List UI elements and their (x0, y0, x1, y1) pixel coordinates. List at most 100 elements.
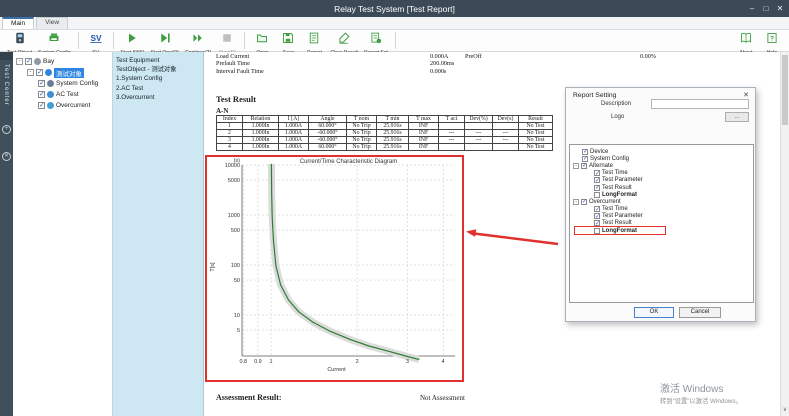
characteristic-chart: 1000050001000500100501050.80.91234Curren… (207, 157, 462, 380)
report-section-item-device[interactable]: Device (570, 148, 753, 155)
clear-result-icon (338, 31, 350, 49)
checkbox[interactable] (594, 228, 600, 234)
remove-icon[interactable]: ✕ (2, 152, 11, 161)
table-cell: 60.000° (309, 123, 347, 130)
window-controls: – □ ✕ (745, 0, 787, 17)
svg-text:Current/Time Characteristic Di: Current/Time Characteristic Diagram (300, 159, 397, 165)
table-cell: 25.916s (377, 144, 409, 151)
minimize-icon[interactable]: – (745, 4, 759, 13)
toolbar-group: SVSV (83, 30, 109, 51)
about-icon (740, 31, 752, 49)
continue-icon (192, 31, 204, 49)
checkbox[interactable] (38, 102, 45, 109)
checkbox[interactable] (582, 149, 588, 155)
report-section-item-longformat[interactable]: LongFormat (570, 227, 753, 234)
report-section-item-test-result[interactable]: Test Result (570, 184, 753, 191)
report-section-item-test-time[interactable]: Test Time (570, 170, 753, 177)
checkbox[interactable] (594, 206, 600, 212)
checkbox[interactable] (594, 170, 600, 176)
report-sections-tree: DeviceSystem Config-AlternateTest TimeTe… (569, 144, 754, 303)
svg-text:1000: 1000 (228, 213, 240, 219)
checkbox[interactable] (38, 91, 45, 98)
svg-text:500: 500 (231, 228, 240, 234)
watermark-line1: 激活 Windows (660, 380, 742, 395)
table-cell: No Test (519, 130, 553, 137)
table-cell (493, 123, 519, 130)
description-input[interactable] (651, 99, 749, 109)
table-row: 31.000In1.000A-60.000°No Trip25.916sINF-… (217, 137, 553, 144)
cancel-button[interactable]: Cancel (679, 307, 721, 318)
checkbox[interactable] (581, 163, 587, 169)
checkbox[interactable] (594, 220, 600, 226)
report-section-item-alternate[interactable]: -Alternate (570, 162, 753, 169)
report-set-icon (370, 31, 382, 49)
help-icon: ? (766, 31, 778, 49)
checkbox[interactable] (582, 156, 588, 162)
table-cell (465, 144, 493, 151)
param-value: 0.00% (640, 53, 656, 60)
table-cell (493, 144, 519, 151)
expander-icon[interactable]: - (27, 69, 34, 76)
nav-item-testobject[interactable]: TestObject - 测试对象 (116, 65, 203, 74)
expander-icon[interactable]: - (573, 163, 579, 169)
checkbox[interactable] (594, 213, 600, 219)
checkbox[interactable] (581, 199, 587, 205)
tree-item-ac-test[interactable]: AC Test (13, 89, 112, 100)
scroll-down-icon[interactable]: ∨ (781, 405, 789, 416)
report-section-item-test-parameter[interactable]: Test Parameter (570, 213, 753, 220)
logo-browse-button[interactable]: ... (725, 112, 749, 122)
nav-item-1-system-config[interactable]: 1.System Config (116, 74, 203, 83)
table-header-relation: Relation (243, 116, 279, 123)
report-section-item-test-parameter[interactable]: Test Parameter (570, 177, 753, 184)
table-cell: --- (439, 130, 465, 137)
ok-button[interactable]: OK (634, 307, 674, 318)
table-cell: No Test (519, 137, 553, 144)
expander-icon[interactable]: - (16, 58, 23, 65)
overcurrent-node-icon (47, 102, 54, 109)
checkbox[interactable] (594, 177, 600, 183)
nav-item-3-overcurrent[interactable]: 3.Overcurrent (116, 93, 203, 102)
maximize-icon[interactable]: □ (759, 4, 773, 13)
checkbox[interactable] (594, 192, 600, 198)
ribbon-tabs: MainView (0, 17, 789, 30)
scrollbar-thumb[interactable] (782, 55, 788, 125)
expander-icon[interactable]: - (573, 199, 579, 205)
svg-text:0.8: 0.8 (239, 359, 247, 365)
test-center-label: Test Center (3, 64, 9, 106)
toolbar: Test ObjectSystem ConfigSVSVStart All(S)… (0, 30, 789, 52)
tab-main[interactable]: Main (2, 17, 34, 29)
report-section-item-test-time[interactable]: Test Time (570, 206, 753, 213)
checkbox[interactable] (38, 80, 45, 87)
add-icon[interactable]: + (2, 125, 11, 134)
dialog-close-icon[interactable]: ✕ (743, 91, 749, 99)
report-section-item-test-result[interactable]: Test Result (570, 220, 753, 227)
report-section-item-longformat[interactable]: LongFormat (570, 191, 753, 198)
checkbox[interactable] (594, 185, 600, 191)
toolbar-group: Start All(S)Start One(O)Continue(T)Stop(… (118, 30, 241, 51)
table-cell: 1.000A (279, 144, 309, 151)
tab-view[interactable]: View (36, 17, 68, 29)
nav-item-2-ac-test[interactable]: 2.AC Test (116, 84, 203, 93)
side-strip-tab[interactable] (0, 52, 13, 60)
checkbox[interactable] (25, 58, 32, 65)
close-icon[interactable]: ✕ (773, 4, 787, 13)
system-config-icon (48, 31, 60, 49)
svg-text:(s): (s) (234, 158, 241, 164)
svg-text:3: 3 (406, 359, 409, 365)
table-cell: -60.000° (309, 130, 347, 137)
report-section-item-system-config[interactable]: System Config (570, 155, 753, 162)
svg-text:50: 50 (234, 278, 240, 284)
checkbox[interactable] (36, 69, 43, 76)
svg-text:SV: SV (90, 34, 102, 43)
tree-item-bay[interactable]: -Bay (13, 56, 112, 67)
svg-text:?: ? (770, 36, 774, 43)
test-object-icon (14, 31, 26, 49)
tree-item-system-config[interactable]: System Config (13, 78, 112, 89)
tree-item-[interactable]: -测试对象 (13, 67, 112, 78)
report-section-item-overcurrent[interactable]: -Overcurrent (570, 198, 753, 205)
tree-item-overcurrent[interactable]: Overcurrent (13, 100, 112, 111)
table-cell: No Trip (347, 137, 377, 144)
table-cell: No Test (519, 123, 553, 130)
vertical-scrollbar[interactable]: ∨ (780, 52, 789, 416)
nav-item-test-equipment[interactable]: Test Equipment (116, 56, 203, 65)
